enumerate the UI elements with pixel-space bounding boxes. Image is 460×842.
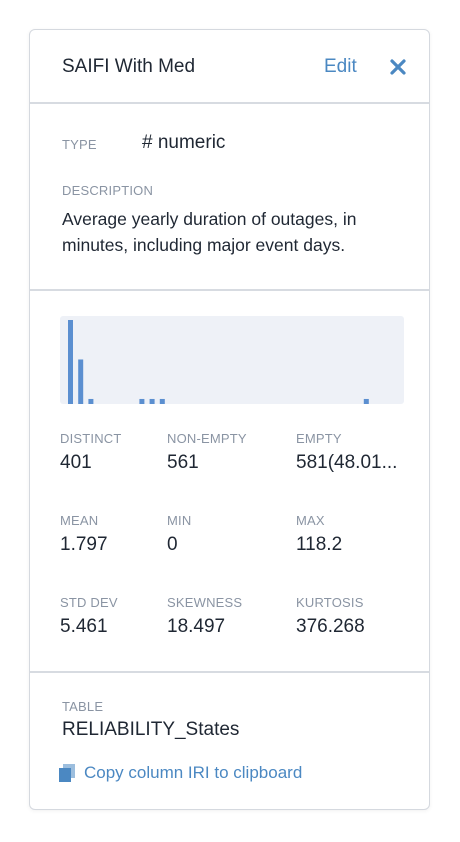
stat-label: MAX bbox=[296, 513, 325, 528]
type-value: # numeric bbox=[142, 132, 226, 153]
stat-empty: EMPTY 581(48.01... bbox=[296, 431, 397, 474]
histogram-bar bbox=[363, 398, 369, 404]
stat-min: MIN 0 bbox=[167, 513, 191, 556]
stat-label: MEAN bbox=[60, 513, 99, 528]
stat-mean: MEAN 1.797 bbox=[60, 513, 108, 556]
stat-label: KURTOSIS bbox=[296, 595, 364, 610]
table-section: TABLE RELIABILITY_States Copy column IRI… bbox=[30, 673, 429, 813]
histogram bbox=[60, 316, 404, 404]
histogram-bar bbox=[88, 398, 94, 404]
histogram-bar bbox=[68, 320, 73, 404]
description-label: DESCRIPTION bbox=[62, 183, 154, 198]
stat-distinct: DISTINCT 401 bbox=[60, 431, 122, 474]
histogram-bar bbox=[159, 398, 165, 404]
stat-non-empty: NON-EMPTY 561 bbox=[167, 431, 247, 474]
stat-value: 561 bbox=[167, 452, 199, 473]
stat-value: 0 bbox=[167, 534, 178, 555]
edit-link[interactable]: Edit bbox=[324, 56, 357, 78]
stat-value: 5.461 bbox=[60, 616, 108, 637]
copy-icon bbox=[59, 764, 75, 782]
stat-skewness: SKEWNESS 18.497 bbox=[167, 595, 242, 638]
table-value: RELIABILITY_States bbox=[62, 719, 240, 740]
close-icon[interactable] bbox=[388, 57, 408, 77]
stat-label: STD DEV bbox=[60, 595, 118, 610]
stat-value: 18.497 bbox=[167, 616, 226, 637]
column-details-panel: SAIFI With Med Edit TYPE # numeric DESCR… bbox=[29, 29, 430, 810]
stat-value: 401 bbox=[60, 452, 92, 473]
histogram-bar bbox=[78, 359, 84, 404]
info-section: TYPE # numeric DESCRIPTION Average yearl… bbox=[30, 104, 429, 291]
stat-max: MAX 118.2 bbox=[296, 513, 342, 556]
stat-value: 1.797 bbox=[60, 534, 108, 555]
stat-label: MIN bbox=[167, 513, 192, 528]
histogram-chart bbox=[68, 320, 369, 404]
column-title: SAIFI With Med bbox=[62, 56, 196, 77]
stat-label: DISTINCT bbox=[60, 431, 122, 446]
panel-header: SAIFI With Med Edit bbox=[30, 30, 429, 104]
description-value: Average yearly duration of outages, in m… bbox=[62, 209, 357, 255]
stat-value: 581(48.01... bbox=[296, 452, 398, 473]
table-label: TABLE bbox=[62, 699, 104, 714]
stat-value: 118.2 bbox=[296, 534, 343, 555]
stat-label: SKEWNESS bbox=[167, 595, 243, 610]
stat-std-dev: STD DEV 5.461 bbox=[60, 595, 118, 638]
copy-iri-label: Copy column IRI to clipboard bbox=[84, 763, 303, 782]
histogram-bar bbox=[149, 398, 155, 404]
stat-kurtosis: KURTOSIS 376.268 bbox=[296, 595, 365, 638]
stat-label: NON-EMPTY bbox=[167, 431, 247, 446]
statistics-section: DISTINCT 401 NON-EMPTY 561 EMPTY 581(48.… bbox=[30, 291, 429, 673]
stat-label: EMPTY bbox=[296, 431, 342, 446]
copy-iri-link[interactable]: Copy column IRI to clipboard bbox=[58, 763, 302, 783]
stat-value: 376.268 bbox=[296, 616, 365, 637]
histogram-bar bbox=[139, 398, 145, 404]
type-label: TYPE bbox=[62, 137, 97, 152]
